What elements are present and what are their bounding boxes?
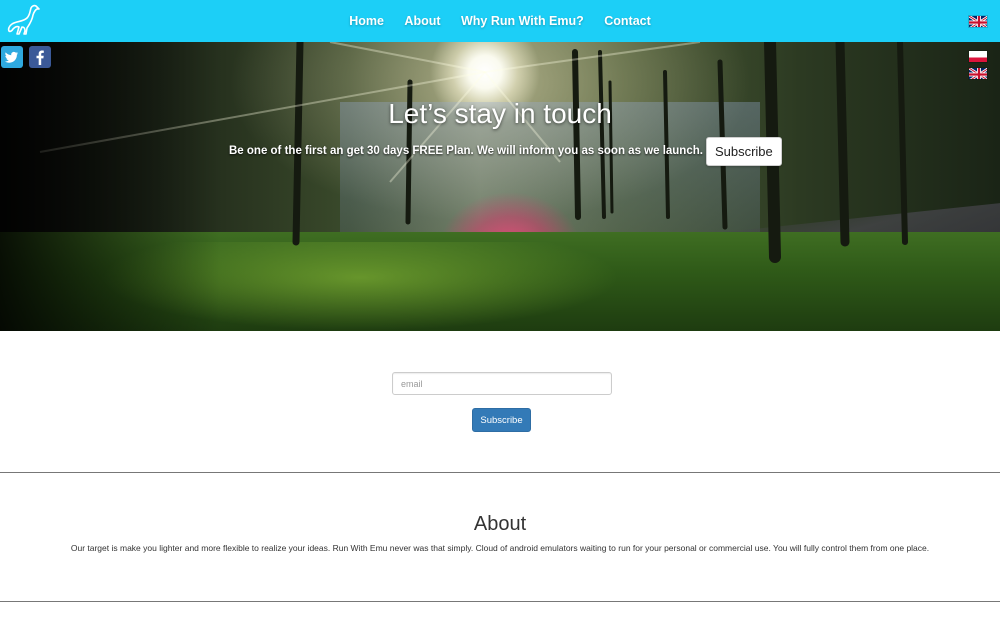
pl-flag-icon[interactable] — [968, 50, 988, 63]
hero-banner: Let’s stay in touch Be one of the first … — [0, 42, 1000, 331]
section-divider — [0, 601, 1000, 602]
hero-subscribe-button[interactable]: Subscribe — [705, 136, 782, 166]
nav-why-link[interactable]: Why Run With Emu? — [461, 0, 584, 42]
top-navbar: Home About Why Run With Emu? Contact — [0, 0, 1000, 42]
about-text: Our target is make you lighter and more … — [70, 543, 930, 553]
gb-flag-icon[interactable] — [968, 15, 988, 28]
nav-about-link[interactable]: About — [404, 0, 440, 42]
section-divider — [0, 472, 1000, 473]
hero-shadow — [0, 42, 220, 331]
nav-home-link[interactable]: Home — [349, 0, 384, 42]
hero-cta-row: Be one of the first an get 30 days FREE … — [229, 136, 782, 166]
hero-title: Let’s stay in touch — [388, 98, 612, 129]
main-nav: Home About Why Run With Emu? Contact — [0, 0, 1000, 42]
gb-flag-icon[interactable] — [968, 67, 988, 80]
facebook-icon[interactable] — [29, 46, 51, 68]
email-input[interactable] — [392, 372, 612, 395]
nav-contact-link[interactable]: Contact — [604, 0, 651, 42]
about-title: About — [473, 513, 527, 535]
twitter-icon[interactable] — [1, 46, 23, 68]
hero-text: Be one of the first an get 30 days FREE … — [229, 145, 703, 157]
subscribe-button[interactable]: Subscribe — [472, 408, 531, 432]
